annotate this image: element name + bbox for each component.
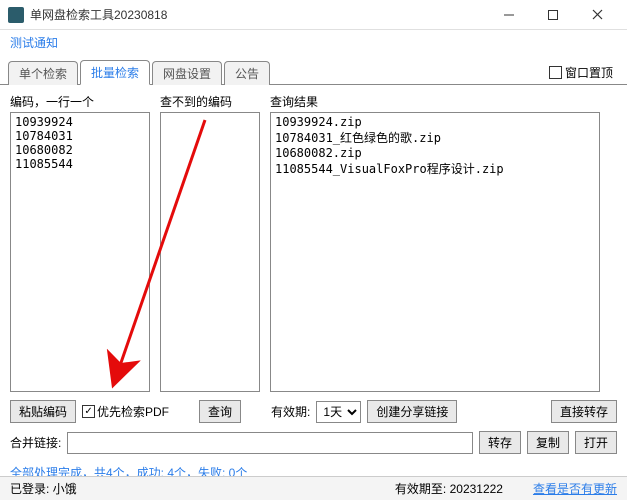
open-button[interactable]: 打开	[575, 431, 617, 454]
minimize-button[interactable]	[487, 0, 531, 30]
results-label: 查询结果	[270, 93, 600, 110]
expire-select[interactable]: 1天	[316, 401, 361, 423]
close-button[interactable]	[575, 0, 619, 30]
check-update-link[interactable]: 查看是否有更新	[533, 480, 617, 497]
codes-input[interactable]: 10939924 10784031 10680082 11085544	[10, 112, 150, 392]
expire-label: 有效期:	[271, 403, 310, 420]
action-row-2: 合并链接: 转存 复制 打开	[10, 431, 617, 454]
tabs-row: 单个检索 批量检索 网盘设置 公告 窗口置顶	[0, 55, 627, 85]
merge-input[interactable]	[67, 432, 473, 454]
create-link-button[interactable]: 创建分享链接	[367, 400, 457, 423]
notfound-label: 查不到的编码	[160, 93, 260, 110]
window-title: 单网盘检索工具20230818	[30, 6, 487, 23]
always-on-top-label: 窗口置顶	[565, 64, 613, 81]
login-status: 已登录: 小饿	[10, 480, 77, 497]
menubar: 测试通知	[0, 30, 627, 55]
footer: 已登录: 小饿 有效期至: 20231222 查看是否有更新	[0, 476, 627, 500]
action-row-1: 粘贴编码 ✓ 优先检索PDF 查询 有效期: 1天 创建分享链接 直接转存	[10, 400, 617, 423]
titlebar: 单网盘检索工具20230818	[0, 0, 627, 30]
app-icon	[8, 7, 24, 23]
prefer-pdf-option[interactable]: ✓ 优先检索PDF	[82, 403, 169, 420]
content: 编码，一行一个 10939924 10784031 10680082 11085…	[0, 85, 627, 458]
notfound-list[interactable]	[160, 112, 260, 392]
results-list[interactable]: 10939924.zip 10784031_红色绿色的歌.zip 1068008…	[270, 112, 600, 392]
menu-test-notify[interactable]: 测试通知	[10, 36, 58, 50]
copy-button[interactable]: 复制	[527, 431, 569, 454]
prefer-pdf-checkbox[interactable]: ✓	[82, 405, 95, 418]
merge-label: 合并链接:	[10, 434, 61, 451]
tab-batch[interactable]: 批量检索	[80, 60, 150, 85]
codes-label: 编码，一行一个	[10, 93, 150, 110]
query-button[interactable]: 查询	[199, 400, 241, 423]
always-on-top-checkbox[interactable]	[549, 66, 562, 79]
tab-single[interactable]: 单个检索	[8, 61, 78, 85]
transfer-button[interactable]: 转存	[479, 431, 521, 454]
paste-button[interactable]: 粘贴编码	[10, 400, 76, 423]
tab-settings[interactable]: 网盘设置	[152, 61, 222, 85]
always-on-top-option[interactable]: 窗口置顶	[549, 64, 619, 84]
tab-notice[interactable]: 公告	[224, 61, 270, 85]
direct-transfer-button[interactable]: 直接转存	[551, 400, 617, 423]
prefer-pdf-label: 优先检索PDF	[97, 403, 169, 420]
expiry-status: 有效期至: 20231222	[395, 480, 503, 497]
maximize-button[interactable]	[531, 0, 575, 30]
